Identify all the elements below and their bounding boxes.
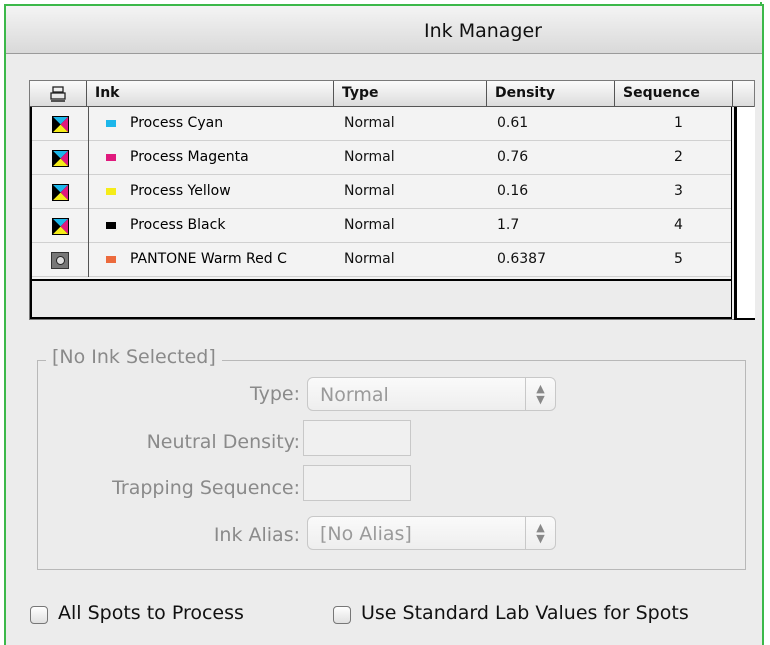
ink-density: 0.16 xyxy=(497,183,529,199)
column-header-print[interactable] xyxy=(30,81,87,107)
title-bar[interactable]: Ink Manager xyxy=(6,6,762,54)
ink-type: Normal xyxy=(344,251,395,267)
printer-icon xyxy=(50,86,66,102)
column-header-density[interactable]: Density xyxy=(487,81,615,107)
ink-name: Process Yellow xyxy=(130,183,231,199)
process-ink-icon xyxy=(52,218,69,235)
ink-density: 0.6387 xyxy=(497,251,546,267)
ink-type: Normal xyxy=(344,149,395,165)
window-title: Ink Manager xyxy=(424,20,542,42)
ink-row-process-magenta[interactable]: Process Magenta Normal 0.76 2 xyxy=(32,141,731,175)
ink-alias-value: [No Alias] xyxy=(320,523,412,545)
spot-ink-icon xyxy=(51,252,69,269)
ink-alias-select[interactable]: [No Alias] ▲ ▼ xyxy=(307,516,556,550)
print-toggle[interactable] xyxy=(32,175,89,209)
ink-sequence: 3 xyxy=(674,183,683,199)
color-swatch xyxy=(106,188,116,195)
ink-density: 0.61 xyxy=(497,115,529,131)
ink-sequence: 4 xyxy=(674,217,683,233)
color-swatch xyxy=(106,256,116,263)
print-toggle[interactable] xyxy=(32,107,89,141)
type-label: Type: xyxy=(249,383,300,405)
ink-sequence: 2 xyxy=(674,149,683,165)
color-swatch xyxy=(106,154,116,161)
ink-name: Process Black xyxy=(130,217,226,233)
trapping-sequence-label: Trapping Sequence: xyxy=(112,477,300,499)
standard-lab-values-label[interactable]: Use Standard Lab Values for Spots xyxy=(361,602,689,624)
neutral-density-field[interactable] xyxy=(303,420,411,456)
ink-sequence: 1 xyxy=(674,115,683,131)
table-header: Ink Type Density Sequence xyxy=(30,81,754,107)
ink-row-process-yellow[interactable]: Process Yellow Normal 0.16 3 xyxy=(32,175,731,209)
ink-manager-window: Ink Manager Ink Type Density Sequence Pr… xyxy=(4,2,764,645)
all-spots-to-process-checkbox[interactable] xyxy=(30,606,48,624)
column-header-sequence[interactable]: Sequence xyxy=(615,81,733,107)
trapping-sequence-field[interactable] xyxy=(303,465,411,501)
ink-density: 0.76 xyxy=(497,149,529,165)
ink-density: 1.7 xyxy=(497,217,520,233)
process-ink-icon xyxy=(52,150,69,167)
updown-arrows-icon: ▲ ▼ xyxy=(525,378,555,410)
color-swatch xyxy=(106,120,116,127)
ink-name: Process Magenta xyxy=(130,149,249,165)
ink-name-cell: Process Yellow xyxy=(96,183,336,201)
ink-name-cell: Process Magenta xyxy=(96,149,336,167)
ink-name: PANTONE Warm Red C xyxy=(130,251,287,267)
print-toggle[interactable] xyxy=(32,209,89,243)
column-header-ink[interactable]: Ink xyxy=(87,81,334,107)
ink-sequence: 5 xyxy=(674,251,683,267)
table-empty-area xyxy=(30,281,732,319)
neutral-density-label: Neutral Density: xyxy=(146,431,300,453)
group-title: [No Ink Selected] xyxy=(46,346,222,368)
type-select-value: Normal xyxy=(320,384,389,406)
type-select[interactable]: Normal ▲ ▼ xyxy=(307,377,556,411)
column-header-type[interactable]: Type xyxy=(334,81,487,107)
ink-row-pantone-warm-red[interactable]: PANTONE Warm Red C Normal 0.6387 5 xyxy=(32,243,731,277)
color-swatch xyxy=(106,222,116,229)
print-toggle[interactable] xyxy=(32,141,89,175)
print-toggle[interactable] xyxy=(32,243,89,277)
updown-arrows-icon: ▲ ▼ xyxy=(525,517,555,549)
ink-table: Ink Type Density Sequence Process Cyan N… xyxy=(29,80,755,320)
ink-alias-label: Ink Alias: xyxy=(213,524,300,546)
all-spots-to-process-label[interactable]: All Spots to Process xyxy=(58,602,244,624)
process-ink-icon xyxy=(52,116,69,133)
vertical-scrollbar[interactable] xyxy=(734,107,755,320)
ink-name-cell: Process Black xyxy=(96,217,336,235)
standard-lab-values-checkbox[interactable] xyxy=(333,606,351,624)
ink-list: Process Cyan Normal 0.61 1 Process Magen… xyxy=(30,107,732,281)
ink-name: Process Cyan xyxy=(130,115,224,131)
ink-row-process-black[interactable]: Process Black Normal 1.7 4 xyxy=(32,209,731,243)
ink-type: Normal xyxy=(344,183,395,199)
process-ink-icon xyxy=(52,184,69,201)
ink-name-cell: Process Cyan xyxy=(96,115,336,133)
ink-type: Normal xyxy=(344,217,395,233)
ink-row-process-cyan[interactable]: Process Cyan Normal 0.61 1 xyxy=(32,107,731,141)
ink-type: Normal xyxy=(344,115,395,131)
ink-name-cell: PANTONE Warm Red C xyxy=(96,251,336,269)
